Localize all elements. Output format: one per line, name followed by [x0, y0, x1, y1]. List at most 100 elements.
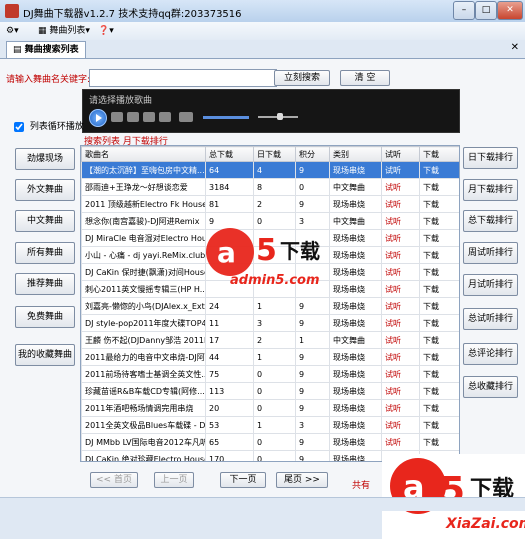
download-link[interactable]: 下载 [419, 246, 459, 264]
column-header[interactable]: 歌曲名 [81, 146, 206, 162]
clear-button[interactable]: 清 空 [340, 70, 390, 86]
column-header[interactable]: 积分 [295, 146, 330, 162]
column-header[interactable]: 总下载 [205, 146, 254, 162]
table-row[interactable]: 刘嘉亮-懒惚的小鸟(DJAlex.x_Ext... 24 1 9 现场串烧 试听 下载 [81, 297, 459, 315]
download-link[interactable]: 下载 [419, 212, 459, 230]
table-cell: 17 [205, 331, 254, 349]
help-icon[interactable]: ❓▾ [98, 24, 118, 38]
table-row[interactable]: 2011年酒吧畅场情调完用串烧 20 0 9 现场串烧 试听 下载 [81, 399, 459, 417]
next-icon[interactable] [159, 112, 171, 122]
ranking-button[interactable]: 月下载排行 [463, 179, 518, 201]
toolbar-list-button[interactable]: ▦ 舞曲列表▾ [38, 24, 90, 38]
listen-link[interactable]: 试听 [381, 263, 420, 281]
table-row[interactable]: 2011前场待客嗜士基调全英文性... 75 0 9 现场串烧 试听 下载 [81, 365, 459, 383]
listen-link[interactable]: 试听 [381, 195, 420, 213]
category-button[interactable]: 所有舞曲 [15, 242, 75, 264]
download-link[interactable]: 下载 [419, 399, 459, 417]
category-button[interactable]: 外文舞曲 [15, 179, 75, 201]
close-button[interactable]: ✕ [497, 1, 523, 20]
first-page-button[interactable]: << 首页 [90, 472, 138, 488]
table-row[interactable]: 2011全英文极品Blues车载碟 - DJ... 53 1 3 现场串烧 试听 下载 [81, 416, 459, 434]
speaker-icon[interactable] [179, 112, 193, 122]
listen-link[interactable]: 试听 [381, 161, 420, 179]
search-button[interactable]: 立刻搜索 [274, 70, 330, 86]
table-cell: 9 [295, 348, 330, 366]
listen-link[interactable]: 试听 [381, 297, 420, 315]
listen-link[interactable]: 试听 [381, 246, 420, 264]
window-title: DJ舞曲下载器v1.2.7 技术支持qq群:203373516 [23, 9, 242, 20]
pause-icon[interactable] [111, 112, 123, 122]
ranking-button[interactable]: 总收藏排行 [463, 376, 518, 398]
listen-link[interactable]: 试听 [381, 365, 420, 383]
ranking-button[interactable]: 月试听排行 [463, 274, 518, 296]
favorites-button[interactable]: 我的收藏舞曲 [15, 344, 75, 366]
table-row[interactable]: 珍藏苗谣R&B车载CD专辑(阿修... 113 0 9 现场串烧 试听 下载 [81, 382, 459, 400]
category-button[interactable]: 中文舞曲 [15, 210, 75, 232]
download-link[interactable]: 下载 [419, 348, 459, 366]
table-cell: 现场串烧 [329, 382, 382, 400]
play-icon[interactable] [89, 109, 107, 127]
table-cell: 现场串烧 [329, 348, 382, 366]
table-row[interactable]: 2011 顶级越新Electro Fk House舞曲...8129现场串烧试听… [81, 195, 459, 213]
listen-link[interactable]: 试听 [381, 399, 420, 417]
listen-link[interactable]: 试听 [381, 229, 420, 247]
table-row[interactable]: DJ MMbb LV国际电音2012车凡听... 65 0 9 现场串烧 试听 下载 [81, 433, 459, 451]
download-link[interactable]: 下载 [419, 416, 459, 434]
download-link[interactable]: 下载 [419, 331, 459, 349]
listen-link[interactable]: 试听 [381, 382, 420, 400]
prev-page-button[interactable]: 上一页 [154, 472, 194, 488]
tab-search-list[interactable]: ▤ 舞曲搜索列表 [6, 41, 86, 59]
maximize-button[interactable]: □ [475, 1, 497, 20]
download-link[interactable]: 下载 [419, 280, 459, 298]
last-page-button[interactable]: 尾页 >> [276, 472, 328, 488]
ranking-button[interactable]: 总评论排行 [463, 343, 518, 365]
category-button[interactable]: 免费舞曲 [15, 306, 75, 328]
category-button[interactable]: 劲爆现场 [15, 148, 75, 170]
ranking-button[interactable]: 周试听排行 [463, 242, 518, 264]
close-tab-icon[interactable]: ✕ [511, 42, 519, 53]
column-header[interactable]: 日下载 [253, 146, 296, 162]
download-link[interactable]: 下载 [419, 433, 459, 451]
table-cell: 邵雨迪+王琤龙～好想谈恋爱 [81, 178, 206, 196]
settings-icon[interactable]: ⚙▾ [6, 24, 30, 38]
loop-checkbox[interactable]: 列表循环播放 [14, 119, 84, 132]
download-link[interactable]: 下载 [419, 229, 459, 247]
table-row[interactable]: 邵雨迪+王琤龙～好想谈恋爱 3184 8 0 中文舞曲 试听 下载 [81, 178, 459, 196]
next-page-button[interactable]: 下一页 [220, 472, 266, 488]
download-link[interactable]: 下载 [419, 263, 459, 281]
listen-link[interactable]: 试听 [381, 178, 420, 196]
download-link[interactable]: 下载 [419, 365, 459, 383]
ranking-button[interactable]: 总试听排行 [463, 308, 518, 330]
table-row[interactable]: 王麟 伤不起(DJDanny邹浩 2011Mix)1721中文舞曲试听下载 [81, 331, 459, 349]
previous-icon[interactable] [143, 112, 155, 122]
minimize-button[interactable]: – [453, 1, 475, 20]
table-row[interactable]: 【潮的太沉醉】至嗨包房中文精... 64 4 9 现场串烧 试听 下载 [81, 161, 459, 179]
listen-link[interactable]: 试听 [381, 331, 420, 349]
download-link[interactable]: 下载 [419, 195, 459, 213]
category-button[interactable]: 推荐舞曲 [15, 273, 75, 295]
listen-link[interactable]: 试听 [381, 280, 420, 298]
column-header[interactable]: 试听 [381, 146, 420, 162]
table-row[interactable]: DJ style-pop2011年度大碟TOP40...1139现场串烧试听下载 [81, 314, 459, 332]
seek-bar[interactable] [203, 116, 249, 119]
ranking-button[interactable]: 总下载排行 [463, 210, 518, 232]
column-header[interactable]: 类别 [329, 146, 382, 162]
loop-checkbox-input[interactable] [14, 121, 24, 132]
tab-label: 舞曲搜索列表 [24, 45, 79, 55]
download-link[interactable]: 下载 [419, 314, 459, 332]
listen-link[interactable]: 试听 [381, 433, 420, 451]
stop-icon[interactable] [127, 112, 139, 122]
download-link[interactable]: 下载 [419, 382, 459, 400]
listen-link[interactable]: 试听 [381, 212, 420, 230]
listen-link[interactable]: 试听 [381, 314, 420, 332]
volume-knob[interactable] [277, 113, 283, 120]
download-link[interactable]: 下载 [419, 178, 459, 196]
search-input[interactable] [89, 69, 277, 87]
download-link[interactable]: 下载 [419, 161, 459, 179]
listen-link[interactable]: 试听 [381, 348, 420, 366]
table-row[interactable]: 2011最给力的电音中文串烧-DJ阿涛 44 1 9 现场串烧 试听 下载 [81, 348, 459, 366]
download-link[interactable]: 下载 [419, 297, 459, 315]
column-header[interactable]: 下载 [419, 146, 459, 162]
ranking-button[interactable]: 日下载排行 [463, 147, 518, 169]
listen-link[interactable]: 试听 [381, 416, 420, 434]
